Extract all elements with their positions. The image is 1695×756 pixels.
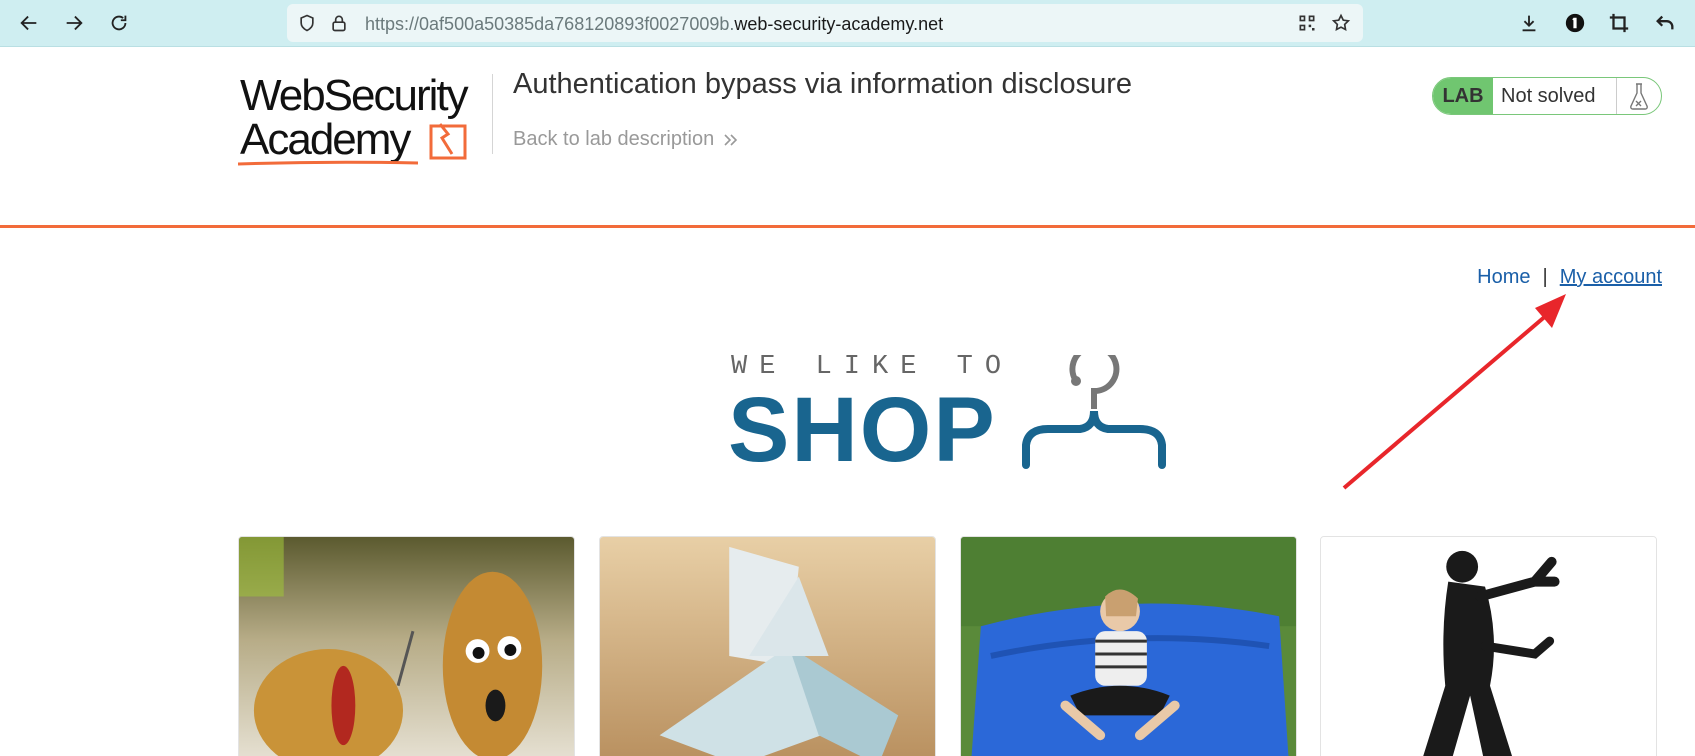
annotation-arrow <box>1342 294 1566 490</box>
banner-shop-word: SHOP <box>728 379 997 481</box>
home-link[interactable]: Home <box>1477 266 1530 289</box>
web-security-academy-logo[interactable]: WebSecurity Academy <box>238 71 494 166</box>
logo-text-line1: WebSecurity <box>240 71 469 120</box>
back-to-lab-description-link[interactable]: Back to lab description <box>513 128 738 151</box>
nav-separator: | <box>1542 266 1548 288</box>
forward-arrow-icon[interactable] <box>59 8 89 38</box>
flask-icon <box>1617 78 1661 114</box>
address-bar[interactable]: https://0af500a50385da768120893f0027009b… <box>287 4 1363 42</box>
banner-tagline: WE LIKE TO <box>731 352 1014 382</box>
undo-icon[interactable] <box>1650 8 1680 38</box>
crop-icon[interactable] <box>1604 8 1634 38</box>
hanger-icon <box>1022 355 1166 469</box>
browser-toolbar: https://0af500a50385da768120893f0027009b… <box>0 0 1695 47</box>
product-image-silhouette <box>1321 537 1656 756</box>
qr-code-icon[interactable] <box>1297 13 1317 33</box>
lab-title: Authentication bypass via information di… <box>513 68 1132 100</box>
back-arrow-icon[interactable] <box>14 8 44 38</box>
url-text[interactable]: https://0af500a50385da768120893f0027009b… <box>365 14 943 35</box>
logo-flame-icon <box>429 123 467 160</box>
product-card-potatoes[interactable] <box>238 536 575 756</box>
product-image-paper-bird <box>600 537 935 756</box>
url-domain: web-security-academy.net <box>734 14 944 34</box>
product-image-potatoes <box>239 537 574 756</box>
lock-icon[interactable] <box>329 13 349 33</box>
url-subdomain: 0af500a50385da768120893f0027009b. <box>419 14 735 34</box>
lab-status-widget: LAB Not solved <box>1432 77 1662 115</box>
double-chevron-right-icon <box>724 133 738 146</box>
site-nav: Home | My account <box>1477 266 1662 289</box>
password-manager-icon[interactable] <box>1560 8 1590 38</box>
header-divider-rule <box>0 225 1695 228</box>
back-link-label: Back to lab description <box>513 128 715 150</box>
url-protocol: https:// <box>365 14 420 34</box>
download-icon[interactable] <box>1514 8 1544 38</box>
logo-text-line2: Academy <box>240 115 411 164</box>
reload-icon[interactable] <box>104 8 134 38</box>
logo-underline <box>238 160 418 166</box>
my-account-link[interactable]: My account <box>1560 266 1662 289</box>
product-card-paper-bird[interactable] <box>599 536 936 756</box>
product-card-silhouette[interactable] <box>1320 536 1657 756</box>
bookmark-star-icon[interactable] <box>1331 13 1351 33</box>
product-card-blue-beanbag[interactable] <box>960 536 1297 756</box>
lab-badge: LAB <box>1433 78 1493 114</box>
lab-status-text: Not solved <box>1493 78 1617 114</box>
shield-icon[interactable] <box>297 13 317 33</box>
product-image-blue-beanbag <box>961 537 1296 756</box>
header-divider <box>492 74 493 154</box>
